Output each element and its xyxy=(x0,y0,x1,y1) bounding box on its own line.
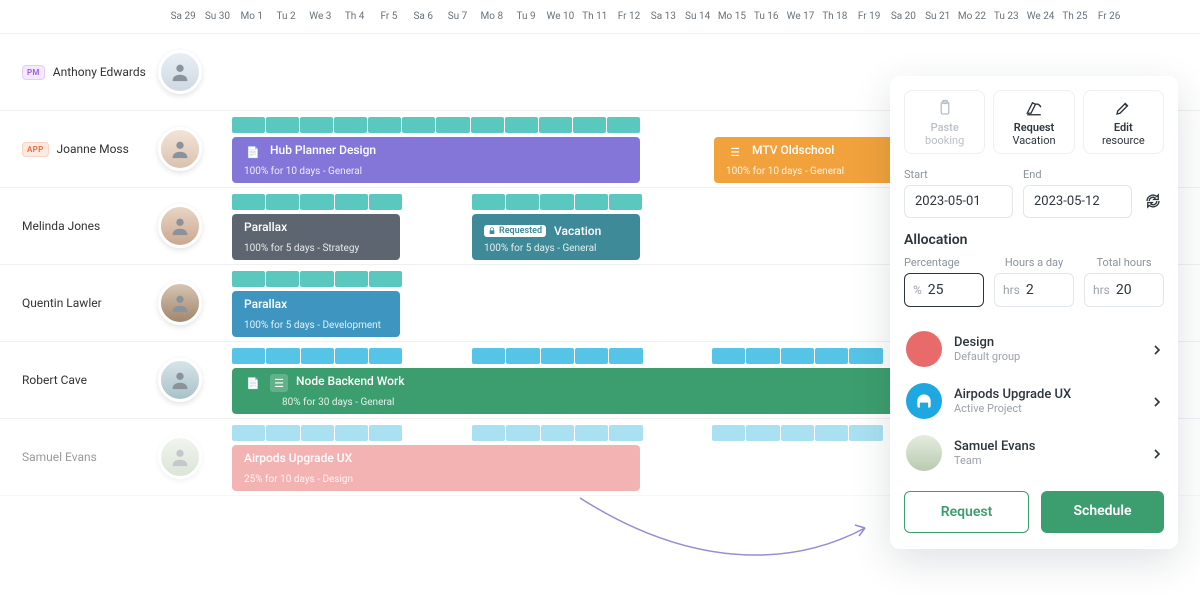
person-name[interactable]: Quentin Lawler xyxy=(22,296,102,310)
color-dot xyxy=(906,331,942,367)
day-col[interactable]: Mo 22 xyxy=(955,11,989,22)
booking-sub: 100% for 5 days - General xyxy=(484,243,596,254)
booking-bar[interactable]: Airpods Upgrade UX 25% for 10 days - Des… xyxy=(232,445,640,491)
day-col[interactable]: Th 11 xyxy=(578,11,612,22)
booking-bar-vacation[interactable]: Requested Vacation 100% for 5 days - Gen… xyxy=(472,214,640,260)
day-col[interactable]: Su 21 xyxy=(921,11,955,22)
role-badge: APP xyxy=(22,142,49,157)
person-name[interactable]: Samuel Evans xyxy=(22,450,97,464)
project-picker[interactable]: Airpods Upgrade UXActive Project xyxy=(904,375,1164,427)
day-col[interactable]: Sa 13 xyxy=(646,11,680,22)
list-icon: ☰ xyxy=(270,374,288,392)
day-col[interactable]: Su 14 xyxy=(680,11,714,22)
avatar[interactable] xyxy=(158,204,202,248)
day-col[interactable]: We 17 xyxy=(783,11,817,22)
day-col[interactable]: Sa 6 xyxy=(406,11,440,22)
booking-sub: 25% for 10 days - Design xyxy=(244,474,353,485)
chevron-right-icon xyxy=(1152,392,1162,411)
booking-sub: 80% for 30 days - General xyxy=(282,397,394,408)
day-col[interactable]: Fr 19 xyxy=(852,11,886,22)
note-icon: 📄 xyxy=(244,143,262,161)
percentage-input[interactable]: %25 xyxy=(904,273,984,307)
booking-bar[interactable]: 📄 Hub Planner Design 100% for 10 days - … xyxy=(232,137,640,183)
request-vacation-action[interactable]: RequestVacation xyxy=(993,90,1074,154)
day-col[interactable]: Tu 16 xyxy=(749,11,783,22)
booking-title: Vacation xyxy=(554,224,601,238)
requested-tag: Requested xyxy=(484,225,546,237)
day-col[interactable]: Tu 2 xyxy=(269,11,303,22)
total-hours-label: Total hours xyxy=(1084,256,1164,269)
hours-day-input[interactable]: hrs2 xyxy=(994,273,1074,307)
person-name[interactable]: Joanne Moss xyxy=(57,142,129,156)
booking-bar[interactable]: Parallax 100% for 5 days - Development xyxy=(232,291,400,337)
booking-bar[interactable]: Parallax 100% for 5 days - Strategy xyxy=(232,214,400,260)
day-col[interactable]: Sa 29 xyxy=(166,11,200,22)
start-label: Start xyxy=(904,168,1013,181)
end-label: End xyxy=(1023,168,1132,181)
headphones-icon xyxy=(906,383,942,419)
day-col[interactable]: Fr 5 xyxy=(372,11,406,22)
total-hours-input[interactable]: hrs20 xyxy=(1084,273,1164,307)
role-badge: PM xyxy=(22,65,45,80)
paste-booking-action[interactable]: Pastebooking xyxy=(904,90,985,154)
day-col[interactable]: Fr 26 xyxy=(1092,11,1126,22)
day-col[interactable]: Sa 20 xyxy=(886,11,920,22)
resource-picker[interactable]: Samuel EvansTeam xyxy=(904,427,1164,479)
booking-title: Airpods Upgrade UX xyxy=(244,451,352,465)
booking-sub: 100% for 5 days - Strategy xyxy=(244,243,359,254)
edit-resource-action[interactable]: Editresource xyxy=(1083,90,1164,154)
day-col[interactable]: Mo 1 xyxy=(235,11,269,22)
avatar[interactable] xyxy=(158,127,202,171)
day-col[interactable]: We 24 xyxy=(1023,11,1057,22)
day-col[interactable]: Mo 15 xyxy=(715,11,749,22)
day-col[interactable]: We 3 xyxy=(303,11,337,22)
avatar[interactable] xyxy=(158,358,202,402)
avatar[interactable] xyxy=(158,281,202,325)
booking-sub: 100% for 10 days - General xyxy=(244,166,362,177)
day-col[interactable]: Su 30 xyxy=(200,11,234,22)
day-col[interactable]: Tu 9 xyxy=(509,11,543,22)
end-date-input[interactable]: 2023-05-12 xyxy=(1023,185,1132,218)
person-name[interactable]: Melinda Jones xyxy=(22,219,100,233)
booking-sub: 100% for 5 days - Development xyxy=(244,320,381,331)
avatar xyxy=(906,435,942,471)
note-icon: 📄 xyxy=(244,374,262,392)
booking-title: MTV Oldschool xyxy=(752,143,834,157)
day-col[interactable]: Mo 8 xyxy=(475,11,509,22)
avatar[interactable] xyxy=(158,435,202,479)
sync-icon[interactable] xyxy=(1142,190,1164,212)
booking-title: Hub Planner Design xyxy=(270,143,376,157)
person-name[interactable]: Anthony Edwards xyxy=(53,65,146,79)
pointer-arrow xyxy=(570,488,880,568)
chevron-right-icon xyxy=(1152,444,1162,463)
hours-day-label: Hours a day xyxy=(994,256,1074,269)
schedule-button[interactable]: Schedule xyxy=(1041,491,1164,533)
booking-title: Node Backend Work xyxy=(296,374,405,388)
day-col[interactable]: Su 7 xyxy=(440,11,474,22)
day-col[interactable]: Tu 23 xyxy=(989,11,1023,22)
group-picker[interactable]: DesignDefault group xyxy=(904,323,1164,375)
day-col[interactable]: Th 4 xyxy=(337,11,371,22)
day-col[interactable]: Fr 12 xyxy=(612,11,646,22)
booking-sub: 100% for 10 days - General xyxy=(726,166,844,177)
booking-panel: Pastebooking RequestVacation Editresourc… xyxy=(890,76,1178,549)
request-button[interactable]: Request xyxy=(904,491,1029,533)
timeline-header: Sa 29 Su 30 Mo 1 Tu 2 We 3 Th 4 Fr 5 Sa … xyxy=(0,0,1200,34)
person-name[interactable]: Robert Cave xyxy=(22,373,87,387)
day-col[interactable]: We 10 xyxy=(543,11,577,22)
day-col[interactable]: Th 25 xyxy=(1058,11,1092,22)
list-icon: ☰ xyxy=(726,143,744,161)
day-col[interactable]: Th 18 xyxy=(818,11,852,22)
avatar[interactable] xyxy=(158,50,202,94)
chevron-right-icon xyxy=(1152,340,1162,359)
allocation-header: Allocation xyxy=(904,232,1164,248)
start-date-input[interactable]: 2023-05-01 xyxy=(904,185,1013,218)
booking-title: Parallax xyxy=(244,297,287,311)
booking-title: Parallax xyxy=(244,220,287,234)
percentage-label: Percentage xyxy=(904,256,984,269)
